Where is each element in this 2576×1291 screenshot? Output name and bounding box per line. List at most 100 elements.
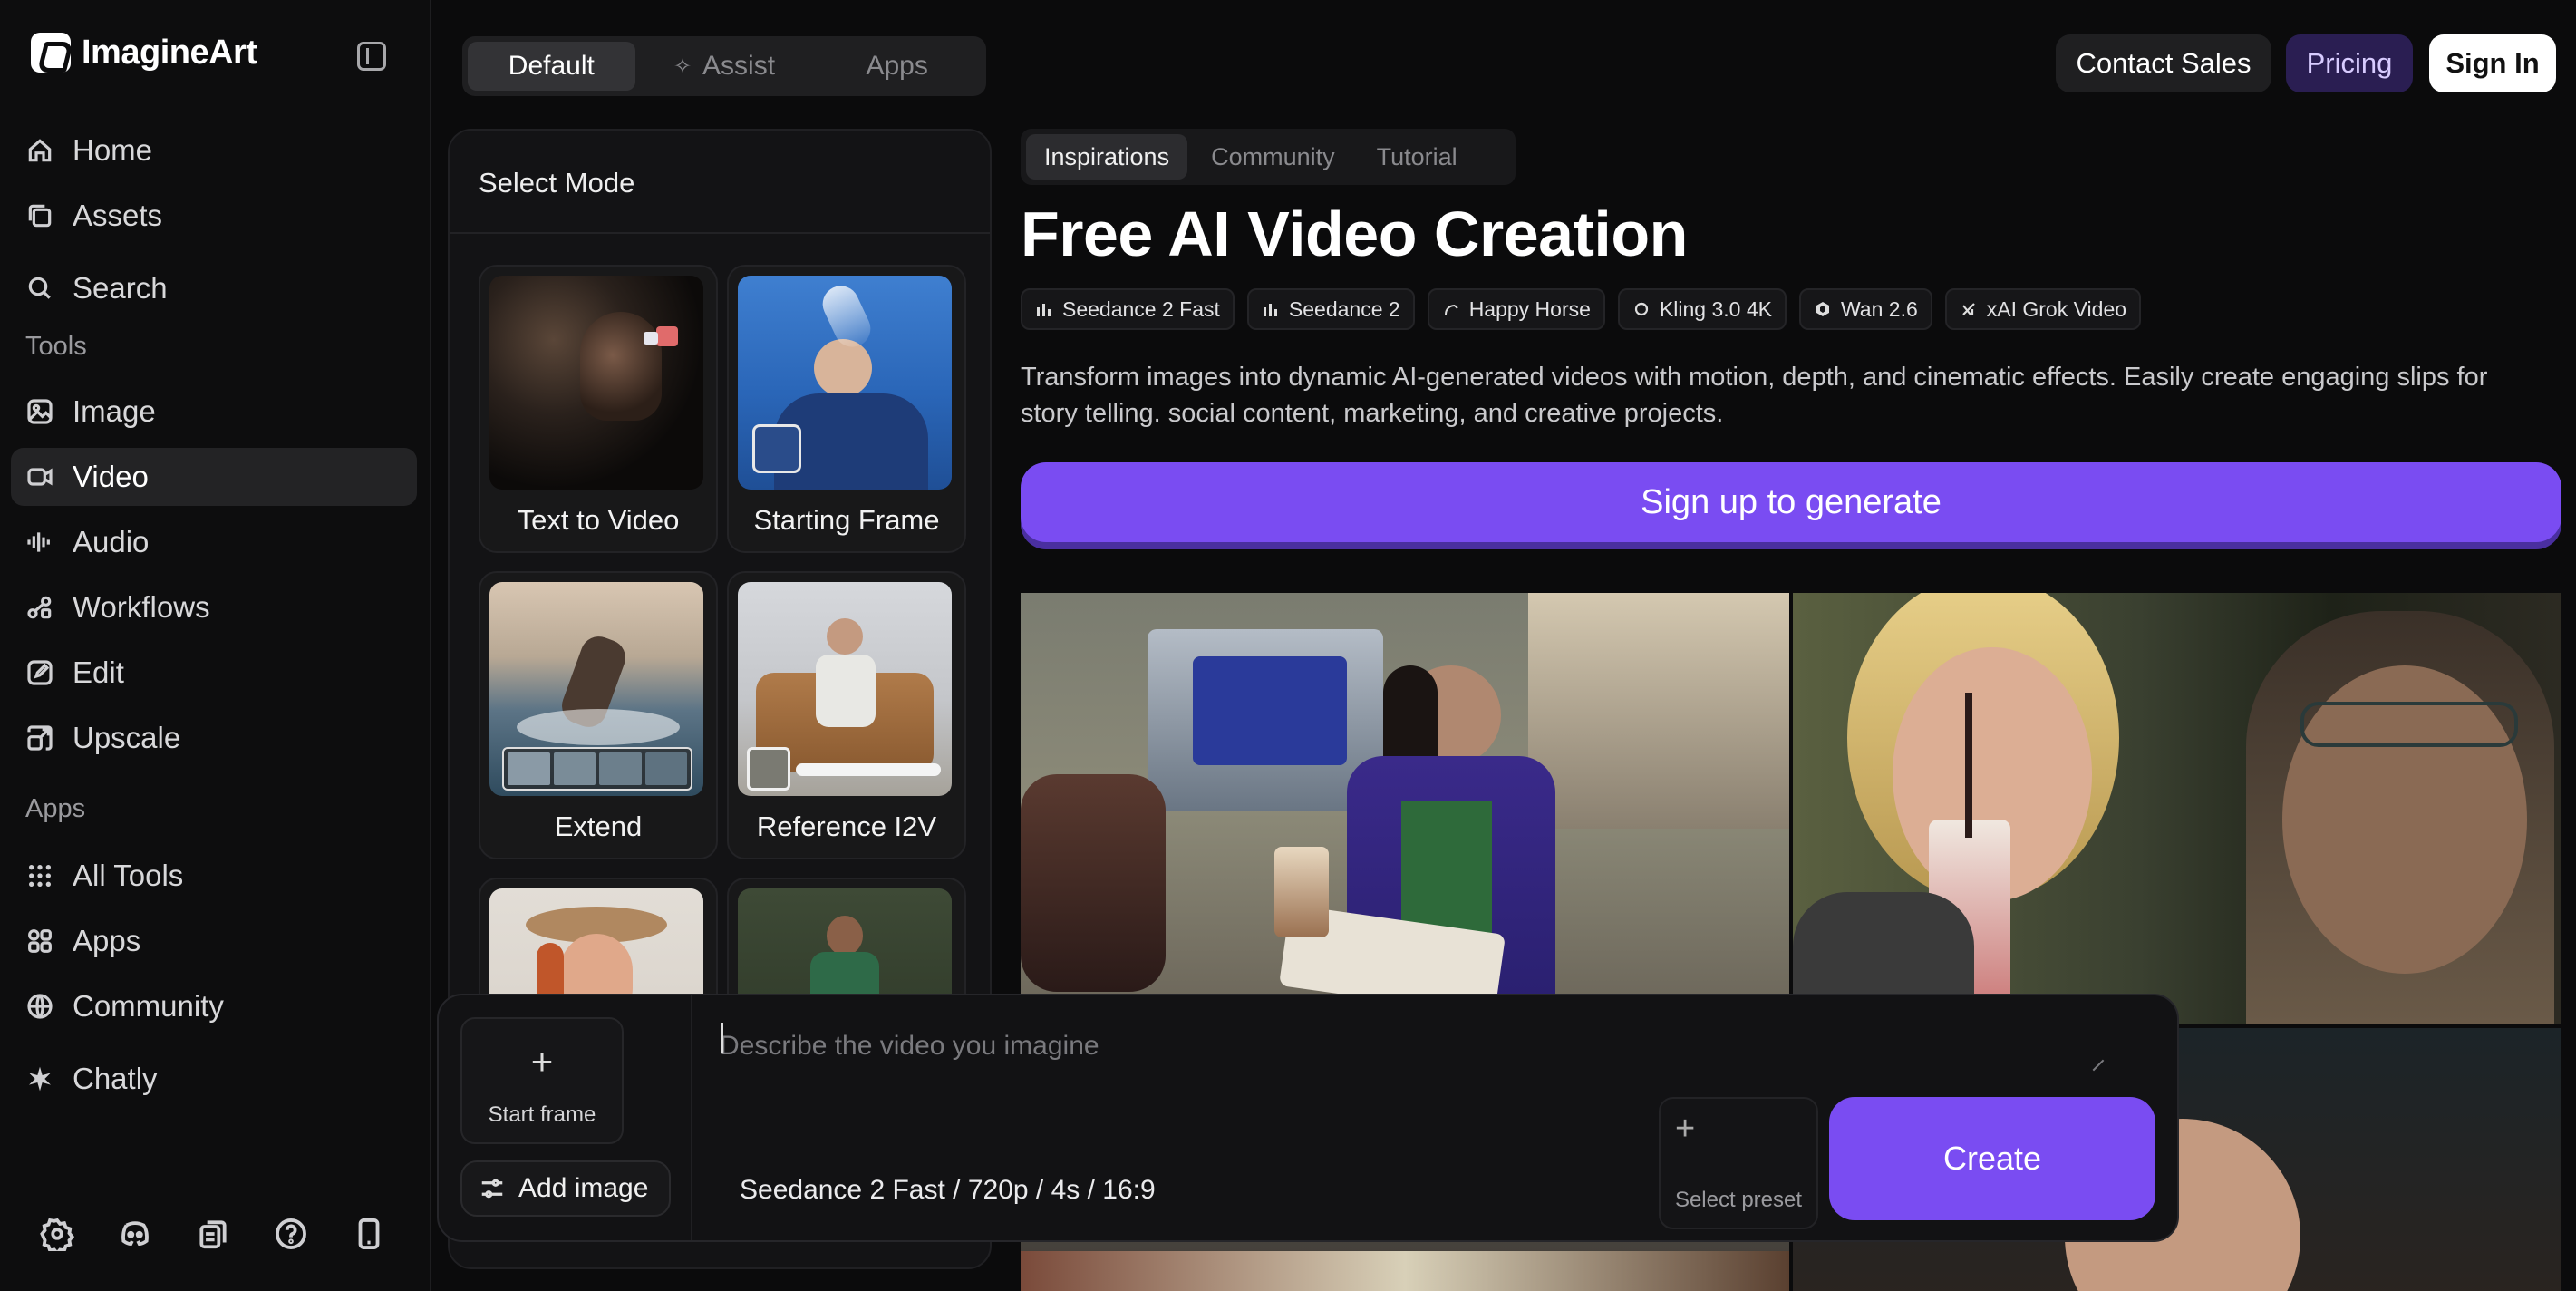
sidebar-item-community[interactable]: Community: [11, 977, 417, 1035]
sign-in-button[interactable]: Sign In: [2429, 34, 2556, 92]
sidebar-item-label: All Tools: [73, 859, 184, 892]
tab-label: Apps: [866, 51, 928, 81]
content-tabs: Inspirations Community Tutorial: [1021, 129, 1516, 185]
mode-card-extend[interactable]: Extend: [479, 571, 718, 859]
sidebar-toggle-icon[interactable]: [357, 42, 386, 71]
model-settings-summary[interactable]: Seedance 2 Fast / 720p / 4s / 16:9: [740, 1175, 1156, 1206]
sidebar-item-label: Edit: [73, 655, 124, 689]
sidebar-item-image[interactable]: Image: [11, 383, 417, 441]
text-caret: [721, 1023, 723, 1053]
sidebar-item-label: Apps: [73, 924, 141, 957]
start-frame-button[interactable]: + Start frame: [460, 1017, 624, 1144]
mode-thumbnail: [489, 276, 703, 490]
model-chip-wan-2-6[interactable]: Wan 2.6: [1798, 288, 1932, 330]
sidebar-item-label: Workflows: [73, 590, 210, 624]
sidebar-item-edit[interactable]: Edit: [11, 644, 417, 702]
mode-thumbnail: [489, 582, 703, 796]
prompt-bar: + Start frame Add image Seedance 2 Fast …: [437, 994, 2179, 1242]
sidebar-item-label: Audio: [73, 525, 150, 558]
page-title: Free AI Video Creation: [1021, 199, 1688, 269]
sidebar: ImagineArt Home Assets Search Tools Imag…: [0, 0, 431, 1291]
add-image-label: Add image: [518, 1173, 649, 1203]
sliders-icon: [481, 1179, 503, 1199]
help-icon[interactable]: [274, 1217, 308, 1251]
section-label-tools: Tools: [25, 332, 87, 361]
model-chips: Seedance 2 Fast Seedance 2 Happy Horse K…: [1021, 288, 2142, 330]
tab-default[interactable]: Default: [468, 42, 635, 91]
sidebar-item-label: Upscale: [73, 721, 181, 754]
inspiration-image-drink-scene[interactable]: [1793, 593, 2561, 1024]
globe-icon: [25, 992, 54, 1021]
apps-icon: [25, 927, 54, 956]
sidebar-item-workflows[interactable]: Workflows: [11, 578, 417, 636]
mode-label: Starting Frame: [753, 504, 940, 536]
mode-label: Extend: [554, 811, 643, 842]
docs-icon[interactable]: [196, 1217, 230, 1251]
sparkle-icon: ✧: [673, 53, 692, 79]
divider: [450, 232, 990, 234]
model-chip-happy-horse[interactable]: Happy Horse: [1427, 288, 1605, 330]
create-button[interactable]: Create: [1829, 1097, 2155, 1220]
prompt-input[interactable]: [720, 1019, 2097, 1073]
discord-icon[interactable]: [118, 1217, 152, 1251]
workflows-icon: [25, 593, 54, 622]
inspiration-image-strip[interactable]: [1021, 1251, 1789, 1291]
chip-label: Seedance 2: [1288, 296, 1400, 321]
sidebar-item-label: Assets: [73, 199, 163, 232]
brand-name: ImagineArt: [82, 33, 257, 72]
home-icon: [25, 136, 54, 165]
model-chip-kling-3[interactable]: Kling 3.0 4K: [1617, 288, 1787, 330]
tab-tutorial[interactable]: Tutorial: [1359, 134, 1476, 180]
sidebar-item-label: Video: [73, 460, 149, 493]
chip-label: Happy Horse: [1468, 296, 1591, 321]
select-preset-label: Select preset: [1674, 1188, 1803, 1212]
sidebar-footer: [40, 1217, 386, 1257]
model-chip-xai-grok-video[interactable]: xAI Grok Video: [1944, 288, 2142, 330]
settings-icon[interactable]: [40, 1217, 75, 1257]
wan-icon: [1814, 300, 1832, 318]
pricing-button[interactable]: Pricing: [2286, 34, 2413, 92]
tab-label: Assist: [702, 51, 776, 81]
sidebar-item-chatly[interactable]: Chatly: [11, 1050, 417, 1108]
contact-sales-button[interactable]: Contact Sales: [2056, 34, 2271, 92]
assets-icon: [25, 201, 54, 230]
sidebar-item-all-tools[interactable]: All Tools: [11, 847, 417, 905]
mode-card-text-to-video[interactable]: Text to Video: [479, 265, 718, 553]
chip-label: Seedance 2 Fast: [1062, 296, 1220, 321]
sign-up-to-generate-button[interactable]: Sign up to generate: [1021, 462, 2561, 542]
mode-card-starting-frame[interactable]: Starting Frame: [727, 265, 966, 553]
sidebar-item-label: Search: [73, 271, 168, 305]
sidebar-item-assets[interactable]: Assets: [11, 187, 417, 245]
model-chip-seedance-2-fast[interactable]: Seedance 2 Fast: [1021, 288, 1235, 330]
sidebar-item-label: Community: [73, 989, 224, 1023]
tab-inspirations[interactable]: Inspirations: [1026, 134, 1188, 180]
sidebar-item-upscale[interactable]: Upscale: [11, 709, 417, 767]
tab-apps[interactable]: Apps: [813, 42, 981, 91]
page-description: Transform images into dynamic AI-generat…: [1021, 363, 2488, 428]
add-image-button[interactable]: Add image: [460, 1160, 671, 1217]
select-preset-button[interactable]: + Select preset: [1659, 1097, 1818, 1229]
mobile-icon[interactable]: [352, 1217, 386, 1251]
brand-logo[interactable]: ImagineArt: [31, 33, 257, 73]
sidebar-item-video[interactable]: Video: [11, 448, 417, 506]
mode-thumbnail: [738, 582, 952, 796]
kling-icon: [1632, 300, 1651, 318]
divider: [691, 995, 692, 1240]
sidebar-item-home[interactable]: Home: [11, 121, 417, 180]
sidebar-item-apps[interactable]: Apps: [11, 912, 417, 970]
model-chip-seedance-2[interactable]: Seedance 2: [1246, 288, 1415, 330]
sidebar-item-search[interactable]: Search: [11, 259, 417, 317]
chatly-icon: [25, 1064, 54, 1093]
tab-assist[interactable]: ✧ Assist: [641, 42, 809, 91]
xai-icon: [1960, 300, 1978, 318]
mode-card-reference-i2v[interactable]: Reference I2V: [727, 571, 966, 859]
upscale-icon: [25, 723, 54, 752]
grid-icon: [25, 861, 54, 890]
chip-label: Wan 2.6: [1840, 296, 1918, 321]
tab-community[interactable]: Community: [1193, 134, 1353, 180]
mode-thumbnail: [738, 276, 952, 490]
sidebar-item-label: Home: [73, 133, 153, 167]
tab-label: Default: [508, 51, 595, 81]
sidebar-item-audio[interactable]: Audio: [11, 513, 417, 571]
mode-label: Text to Video: [517, 504, 680, 536]
